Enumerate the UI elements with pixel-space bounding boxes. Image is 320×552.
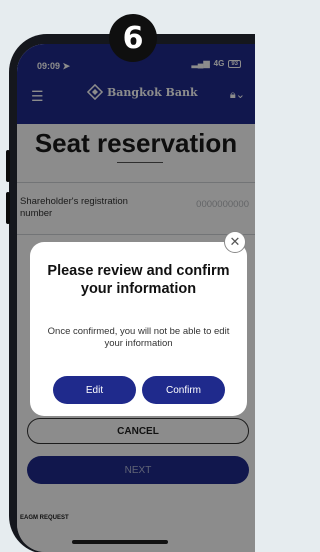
phone-screen: 09:09 ➤ ▂▄▆ 4G 93 ☰ Bangkok Bank 🔒︎⌄ Sea… [17, 44, 255, 552]
dialog-title: Please review and confirm your informati… [47, 263, 230, 297]
phone-side-button [6, 150, 10, 182]
confirm-dialog: Please review and confirm your informati… [30, 242, 247, 416]
close-icon[interactable]: ✕ [224, 231, 246, 253]
home-indicator [72, 540, 168, 544]
confirm-button[interactable]: Confirm [142, 376, 225, 404]
step-number-badge: 6 [109, 14, 157, 62]
dialog-message: Once confirmed, you will not be able to … [47, 326, 230, 349]
phone-side-button [6, 192, 10, 224]
edit-button[interactable]: Edit [53, 376, 136, 404]
